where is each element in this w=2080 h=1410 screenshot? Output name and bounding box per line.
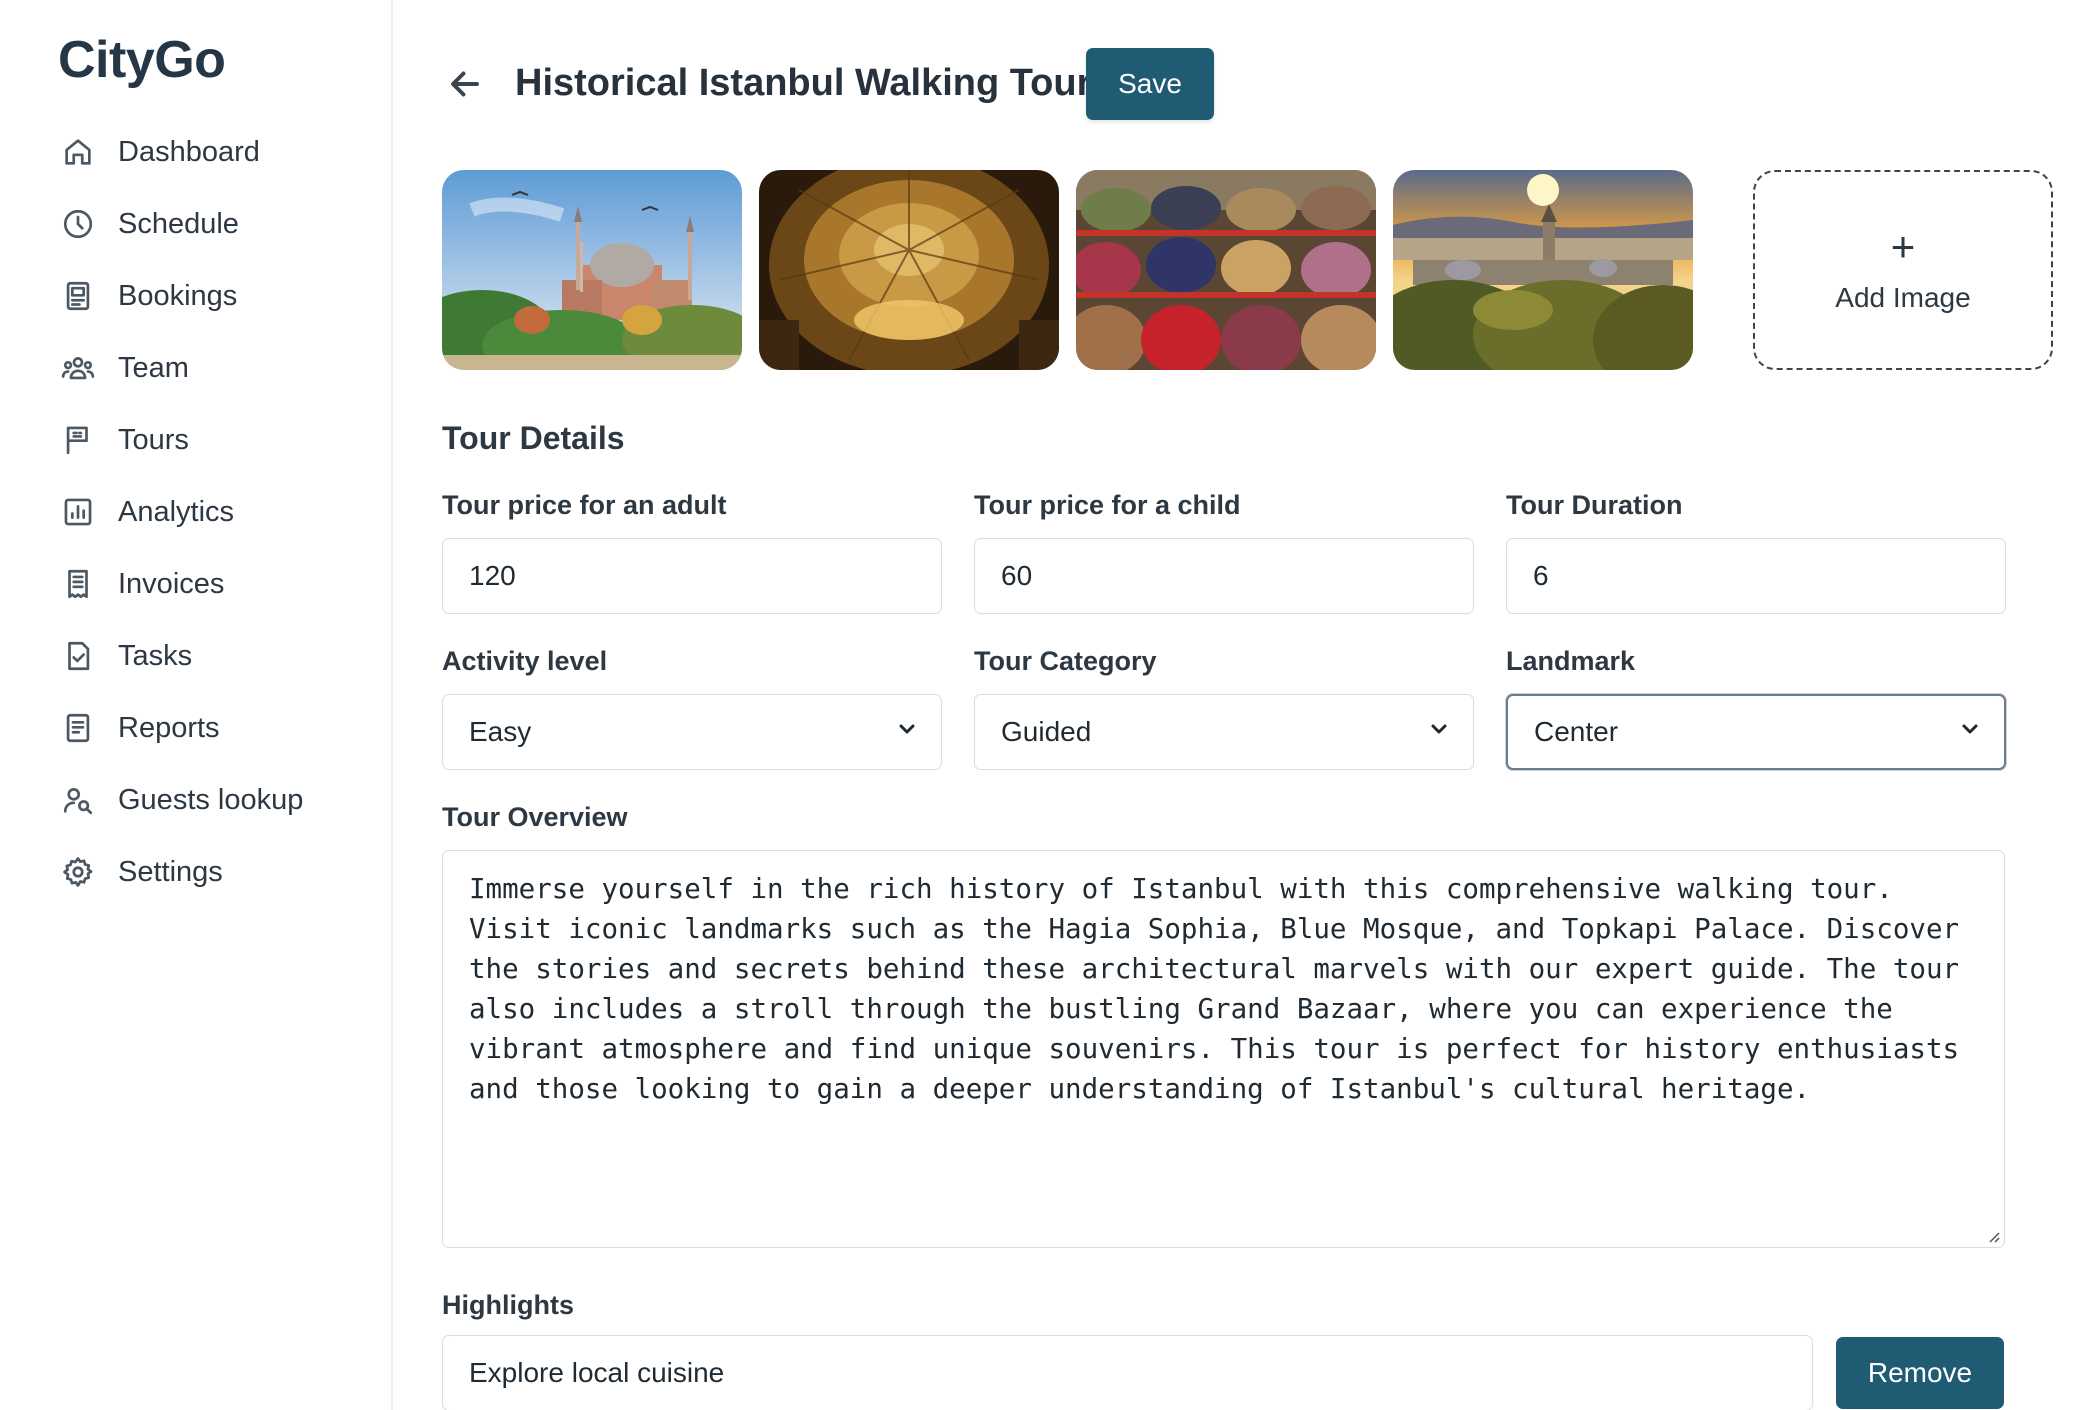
activity-level-value: Easy — [469, 716, 532, 747]
app-logo[interactable]: CityGo — [58, 30, 226, 90]
chart-icon — [58, 492, 98, 532]
report-icon — [58, 708, 98, 748]
tour-category-label: Tour Category — [974, 646, 1157, 676]
chevron-down-icon — [895, 716, 919, 748]
save-button[interactable]: Save — [1086, 48, 1214, 120]
team-icon — [58, 348, 98, 388]
duration-input[interactable]: 6 — [1506, 538, 2006, 614]
task-icon — [58, 636, 98, 676]
gallery-image[interactable] — [1393, 170, 1693, 370]
landmark-select[interactable]: Center — [1506, 694, 2006, 770]
tour-overview-text: Immerse yourself in the rich history of … — [469, 873, 1960, 1105]
sidebar-item-label: Guests lookup — [118, 783, 304, 816]
sidebar-item-label: Settings — [118, 855, 223, 888]
sidebar-item-tours[interactable]: Tours — [58, 412, 358, 468]
sidebar-item-reports[interactable]: Reports — [58, 700, 358, 756]
invoice-icon — [58, 564, 98, 604]
arrow-left-icon — [451, 71, 479, 97]
sidebar-item-label: Team — [118, 351, 189, 384]
sidebar-item-team[interactable]: Team — [58, 340, 358, 396]
sidebar-item-label: Bookings — [118, 279, 238, 312]
sidebar-item-label: Tasks — [118, 639, 193, 672]
gear-icon — [58, 852, 98, 892]
tour-overview-label: Tour Overview — [442, 802, 628, 832]
chevron-down-icon — [1958, 716, 1982, 748]
main-content: Historical Istanbul Walking Tour Save + … — [395, 0, 2080, 1410]
sidebar: CityGo Dashboard Schedule Bookings Team … — [0, 0, 393, 1410]
tour-category-value: Guided — [1001, 716, 1092, 747]
sidebar-item-analytics[interactable]: Analytics — [58, 484, 358, 540]
hagia-sophia-image — [442, 170, 742, 370]
chevron-down-icon — [1427, 716, 1451, 748]
back-button[interactable] — [443, 62, 487, 106]
gallery-image[interactable] — [759, 170, 1059, 370]
sidebar-item-label: Tours — [118, 423, 189, 456]
activity-level-select[interactable]: Easy — [442, 694, 942, 770]
flag-icon — [58, 420, 98, 460]
resize-handle-icon[interactable] — [1986, 1229, 2000, 1243]
sidebar-item-invoices[interactable]: Invoices — [58, 556, 358, 612]
duration-label: Tour Duration — [1506, 490, 1683, 520]
sidebar-item-settings[interactable]: Settings — [58, 844, 358, 900]
landmark-value: Center — [1534, 716, 1619, 747]
plus-icon: + — [1890, 223, 1916, 270]
home-icon — [58, 132, 98, 172]
sidebar-item-label: Schedule — [118, 207, 239, 240]
sidebar-item-label: Analytics — [118, 495, 235, 528]
clock-icon — [58, 204, 98, 244]
highlight-input[interactable]: Explore local cuisine — [442, 1335, 1813, 1410]
sidebar-item-label: Reports — [118, 711, 220, 744]
sidebar-item-tasks[interactable]: Tasks — [58, 628, 358, 684]
sidebar-item-label: Invoices — [118, 567, 225, 600]
sidebar-item-schedule[interactable]: Schedule — [58, 196, 358, 252]
gallery-image[interactable] — [442, 170, 742, 370]
tour-overview-textarea[interactable]: Immerse yourself in the rich history of … — [442, 850, 2005, 1248]
landmark-label: Landmark — [1506, 646, 1636, 676]
tour-category-select[interactable]: Guided — [974, 694, 1474, 770]
child-price-label: Tour price for a child — [974, 490, 1241, 520]
section-title-tour-details: Tour Details — [442, 420, 625, 456]
istanbul-sunset-image — [1393, 170, 1693, 370]
add-image-label: Add Image — [1835, 282, 1971, 313]
guest-search-icon — [58, 780, 98, 820]
sidebar-item-guests-lookup[interactable]: Guests lookup — [58, 772, 358, 828]
sidebar-item-bookings[interactable]: Bookings — [58, 268, 358, 324]
activity-level-label: Activity level — [442, 646, 608, 676]
booking-icon — [58, 276, 98, 316]
sidebar-item-dashboard[interactable]: Dashboard — [58, 124, 358, 180]
page-title: Historical Istanbul Walking Tour — [515, 62, 1092, 104]
spice-bazaar-image — [1076, 170, 1376, 370]
adult-price-label: Tour price for an adult — [442, 490, 727, 520]
dome-interior-image — [759, 170, 1059, 370]
highlights-label: Highlights — [442, 1290, 574, 1320]
remove-highlight-button[interactable]: Remove — [1836, 1337, 2004, 1409]
sidebar-item-label: Dashboard — [118, 135, 260, 168]
add-image-button[interactable]: + Add Image — [1753, 170, 2053, 370]
adult-price-input[interactable]: 120 — [442, 538, 942, 614]
child-price-input[interactable]: 60 — [974, 538, 1474, 614]
gallery-image[interactable] — [1076, 170, 1376, 370]
